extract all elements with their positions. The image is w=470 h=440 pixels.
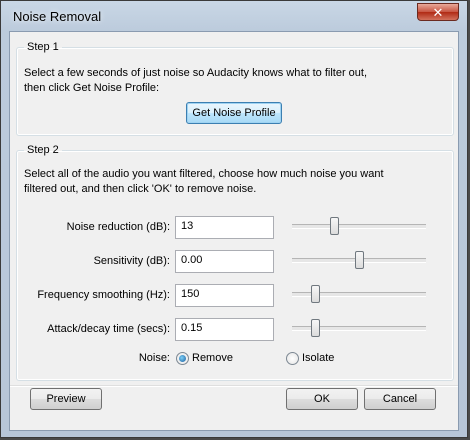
step2-legend: Step 2 bbox=[27, 144, 59, 156]
noise-mode-label: Noise: bbox=[138, 352, 170, 364]
close-icon: ✕ bbox=[432, 5, 444, 20]
frequency-smoothing-slider-thumb[interactable] bbox=[310, 285, 320, 303]
ok-button[interactable]: OK bbox=[286, 388, 358, 410]
remove-radio-label[interactable]: Remove bbox=[192, 352, 233, 364]
step2-description-line1: Select all of the audio you want filtere… bbox=[24, 168, 384, 180]
close-button[interactable]: ✕ bbox=[417, 3, 459, 21]
noise-reduction-input[interactable]: 13 bbox=[175, 216, 274, 239]
isolate-radio-label[interactable]: Isolate bbox=[302, 352, 334, 364]
step1-description-line2: then click Get Noise Profile: bbox=[24, 82, 160, 94]
step1-description-line1: Select a few seconds of just noise so Au… bbox=[24, 67, 368, 79]
preview-button[interactable]: Preview bbox=[30, 388, 102, 410]
footer-separator bbox=[10, 385, 458, 387]
attack-decay-slider-thumb[interactable] bbox=[310, 319, 320, 337]
cancel-button[interactable]: Cancel bbox=[364, 388, 436, 410]
step2-description: Select all of the audio you want filtere… bbox=[24, 167, 384, 197]
attack-decay-input[interactable]: 0.15 bbox=[175, 318, 274, 341]
noise-reduction-slider-track[interactable] bbox=[292, 224, 426, 229]
sensitivity-input[interactable]: 0.00 bbox=[175, 250, 274, 273]
isolate-radio[interactable] bbox=[286, 352, 299, 365]
noise-reduction-slider-thumb[interactable] bbox=[329, 217, 339, 235]
frequency-smoothing-input[interactable]: 150 bbox=[175, 284, 274, 307]
remove-radio[interactable] bbox=[176, 352, 189, 365]
title-bar[interactable]: Noise Removal ✕ bbox=[1, 1, 467, 31]
step1-legend: Step 1 bbox=[27, 41, 59, 53]
noise-reduction-label: Noise reduction (dB): bbox=[66, 221, 170, 233]
step1-description: Select a few seconds of just noise so Au… bbox=[24, 66, 367, 96]
frequency-smoothing-label: Frequency smoothing (Hz): bbox=[37, 289, 170, 301]
step2-description-line2: filtered out, and then click 'OK' to rem… bbox=[24, 183, 257, 195]
get-noise-profile-button[interactable]: Get Noise Profile bbox=[186, 102, 282, 124]
sensitivity-label: Sensitivity (dB): bbox=[93, 255, 170, 267]
noise-removal-dialog: Noise Removal ✕ Step 1 Select a few seco… bbox=[0, 0, 468, 438]
attack-decay-label: Attack/decay time (secs): bbox=[47, 323, 170, 335]
dialog-client-area: Step 1 Select a few seconds of just nois… bbox=[9, 31, 459, 431]
window-title: Noise Removal bbox=[13, 9, 102, 24]
sensitivity-slider-thumb[interactable] bbox=[354, 251, 364, 269]
